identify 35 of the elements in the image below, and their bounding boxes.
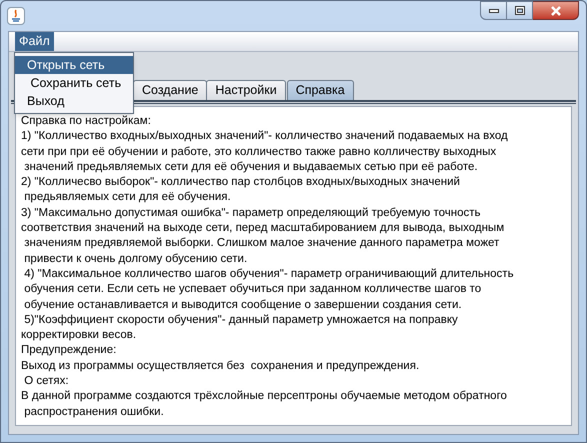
help-line: О сетях: [23,374,70,390]
help-line: значениям предявляемой выборки. Слишком малое значение данного параметра может [23,236,500,252]
help-text-area[interactable] [15,106,572,426]
help-line: сети при при её обучении и работе, это колличество также равно колличеству выходных [21,144,498,160]
tab[interactable]: Справка [286,80,354,100]
tab[interactable]: Настройки [206,80,286,100]
help-line: 5)"Коэффициент скорости обучения"- данный параметр умножается на поправку [23,312,459,328]
help-line: 3) "Максимально допустимая ошибка"- параметр определяющий требуемую точность [21,206,482,221]
close-icon [550,6,562,16]
help-line: обучение останавливается и выводится сообщение о завершении создания сети. [23,298,463,313]
maximize-button[interactable] [507,1,533,20]
java-app-icon [7,7,25,25]
maximize-icon [514,6,524,15]
help-line: 2) "Колличесво выборок"- колличество пар столбцов входных/выходных значений [21,175,461,190]
menu-item[interactable]: Открыть сеть [15,56,133,74]
help-line: В данной программе создаются трёхслойные персептроны обучаемые методом обратного [21,389,508,404]
file-menu[interactable]: Файл [15,32,54,51]
minimize-button[interactable] [480,1,507,20]
help-line: привести к очень долгому обусению сети. [23,252,248,267]
help-line: 1) "Колличество входных/выходных значений"- колличество значений подаваемых на вход [21,129,509,144]
help-line: предьявляемых сети для её обучения. [23,190,232,206]
help-line: Справка по настройкам: [21,114,152,129]
help-line: значений предьявляемых сети для её обучения и выдаваемых сетью при её работе. [23,160,479,175]
help-line: соответствия значений на выходе сети, перед масштабированием для вывода, выходным [21,221,506,236]
help-line: обучения сети. Если сеть не успевает обучиться при заданном колличестве шагов то [23,282,482,298]
minimize-icon [488,8,498,12]
menu-item[interactable]: Сохранить сеть [15,74,133,92]
help-line: корректировки весов. [21,328,138,344]
tab[interactable]: Создание [133,80,208,100]
close-button[interactable] [533,1,579,20]
menu-item[interactable]: Выход [15,92,133,110]
help-line: Выход из программы осуществляется без сохранения и предупреждения. [21,358,420,374]
help-line: Предупреждение: [21,343,118,358]
help-line: 4) "Максимальное колличество шагов обучения"- параметр ограничивающий длительность [23,266,515,282]
help-line: распространения ошибки. [23,404,165,420]
